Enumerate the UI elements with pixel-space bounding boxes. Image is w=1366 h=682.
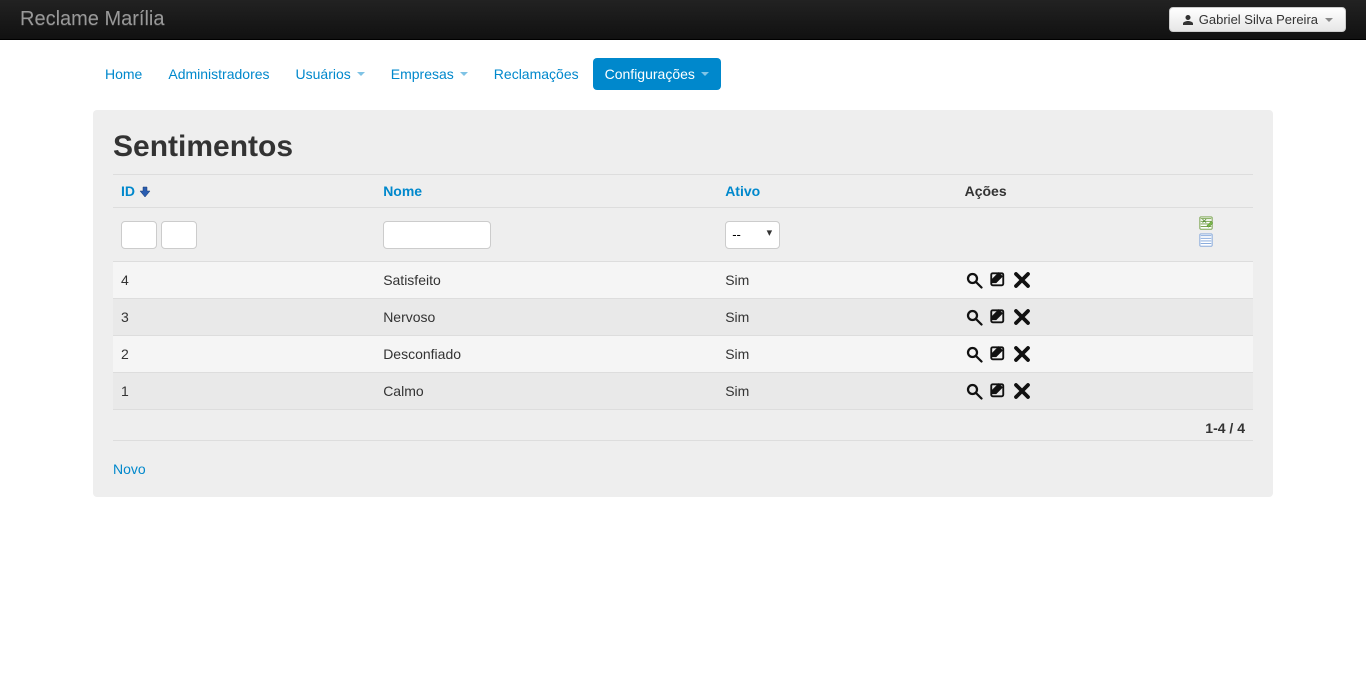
view-icon[interactable] <box>965 308 983 326</box>
caret-down-icon <box>1325 18 1333 22</box>
cell-nome: Calmo <box>375 373 717 410</box>
chevron-down-icon <box>357 72 365 76</box>
chevron-down-icon <box>460 72 468 76</box>
delete-icon[interactable] <box>1013 271 1031 289</box>
view-icon[interactable] <box>965 382 983 400</box>
table-row: 2 Desconfiado Sim <box>113 336 1253 373</box>
filter-id-from-input[interactable] <box>121 221 157 249</box>
nav-configuracoes[interactable]: Configurações <box>593 58 721 90</box>
edit-icon[interactable] <box>989 271 1007 289</box>
sort-desc-icon <box>139 186 151 198</box>
nav-configuracoes-label: Configurações <box>605 66 695 82</box>
apply-filter-icon[interactable] <box>1199 216 1213 230</box>
nav-administradores[interactable]: Administradores <box>156 58 281 90</box>
cell-ativo: Sim <box>717 262 956 299</box>
cell-actions <box>957 373 1253 410</box>
page-title: Sentimentos <box>113 130 1253 164</box>
cell-id: 2 <box>113 336 375 373</box>
col-header-id[interactable]: ID <box>121 183 135 199</box>
clear-filter-icon[interactable] <box>1199 233 1213 247</box>
cell-actions <box>957 299 1253 336</box>
col-header-ativo[interactable]: Ativo <box>725 183 760 199</box>
cell-id: 3 <box>113 299 375 336</box>
nav-empresas[interactable]: Empresas <box>379 58 480 90</box>
edit-icon[interactable] <box>989 382 1007 400</box>
cell-nome: Satisfeito <box>375 262 717 299</box>
nav-reclamacoes[interactable]: Reclamações <box>482 58 591 90</box>
view-icon[interactable] <box>965 271 983 289</box>
delete-icon[interactable] <box>1013 308 1031 326</box>
nav-home[interactable]: Home <box>93 58 154 90</box>
cell-id: 4 <box>113 262 375 299</box>
filter-nome-input[interactable] <box>383 221 491 249</box>
edit-icon[interactable] <box>989 308 1007 326</box>
col-header-nome[interactable]: Nome <box>383 183 422 199</box>
content-panel: Sentimentos ID Nome <box>93 110 1273 497</box>
cell-actions <box>957 262 1253 299</box>
delete-icon[interactable] <box>1013 382 1031 400</box>
cell-nome: Desconfiado <box>375 336 717 373</box>
table-row: 1 Calmo Sim <box>113 373 1253 410</box>
pagination-summary: 1-4 / 4 <box>113 410 1253 441</box>
user-name-label: Gabriel Silva Pereira <box>1199 12 1318 27</box>
cell-actions <box>957 336 1253 373</box>
col-header-acoes: Ações <box>965 183 1007 199</box>
edit-icon[interactable] <box>989 345 1007 363</box>
main-nav: Home Administradores Usuários Empresas R… <box>93 58 1273 90</box>
view-icon[interactable] <box>965 345 983 363</box>
filter-ativo-select[interactable]: -- <box>725 221 780 249</box>
delete-icon[interactable] <box>1013 345 1031 363</box>
nav-empresas-label: Empresas <box>391 66 454 82</box>
cell-nome: Nervoso <box>375 299 717 336</box>
user-icon <box>1182 14 1194 26</box>
filter-id-to-input[interactable] <box>161 221 197 249</box>
cell-ativo: Sim <box>717 373 956 410</box>
nav-usuarios[interactable]: Usuários <box>284 58 377 90</box>
nav-usuarios-label: Usuários <box>296 66 351 82</box>
table-row: 3 Nervoso Sim <box>113 299 1253 336</box>
sentimentos-table: ID Nome Ativo Ações <box>113 174 1253 410</box>
cell-ativo: Sim <box>717 299 956 336</box>
brand-title[interactable]: Reclame Marília <box>20 8 164 31</box>
new-link[interactable]: Novo <box>113 461 146 477</box>
cell-ativo: Sim <box>717 336 956 373</box>
user-menu-dropdown[interactable]: Gabriel Silva Pereira <box>1169 7 1346 32</box>
chevron-down-icon <box>701 72 709 76</box>
cell-id: 1 <box>113 373 375 410</box>
navbar-top: Reclame Marília Gabriel Silva Pereira <box>0 0 1366 40</box>
table-row: 4 Satisfeito Sim <box>113 262 1253 299</box>
